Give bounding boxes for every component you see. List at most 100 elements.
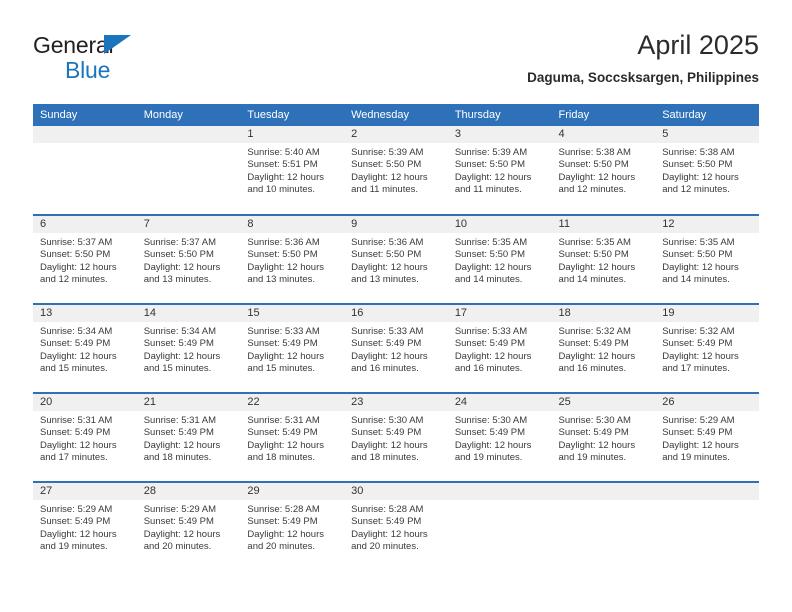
- sunset-text: Sunset: 5:49 PM: [143, 516, 214, 528]
- daylight-text-line2: and 19 minutes.: [40, 541, 108, 553]
- calendar-week-row: 6 Sunrise: 5:37 AM Sunset: 5:50 PM Daylight…: [33, 214, 759, 304]
- calendar-cell-day-28[interactable]: 28 Sunrise: 5:29 AM Sunset: 5:49 PM Dayligh…: [136, 481, 241, 571]
- day-details: Sunrise: 5:30 AM Sunset: 5:49 PM Daylight:…: [552, 411, 656, 465]
- logo-blue-label: Blue: [65, 57, 111, 83]
- daylight-text-line1: Daylight: 12 hours: [454, 261, 532, 273]
- weekday-header-monday: Monday: [136, 104, 241, 126]
- calendar-cell-day-20[interactable]: 20 Sunrise: 5:31 AM Sunset: 5:49 PM Dayligh…: [33, 392, 137, 482]
- day-details: Sunrise: 5:30 AM Sunset: 5:49 PM Daylight:…: [448, 411, 552, 465]
- daylight-text-line1: Daylight: 12 hours: [247, 528, 324, 540]
- sunset-text: Sunset: 5:49 PM: [454, 427, 526, 439]
- calendar-cell-day-29[interactable]: 29 Sunrise: 5:28 AM Sunset: 5:49 PM Dayligh…: [240, 481, 345, 571]
- calendar-cell-day-9[interactable]: 9 Sunrise: 5:36 AM Sunset: 5:50 PM Daylight…: [344, 214, 448, 304]
- daylight-text-line2: and 20 minutes.: [247, 541, 316, 553]
- sunrise-text: Sunrise: 5:29 AM: [143, 504, 217, 515]
- day-number: 4: [551, 126, 656, 143]
- sunset-text: Sunset: 5:49 PM: [351, 427, 422, 439]
- calendar-cell-day-21[interactable]: 21 Sunrise: 5:31 AM Sunset: 5:49 PM Dayligh…: [136, 392, 241, 482]
- calendar-cell-day-25[interactable]: 25 Sunrise: 5:30 AM Sunset: 5:49 PM Dayligh…: [551, 392, 656, 482]
- calendar-cell-day-10[interactable]: 10 Sunrise: 5:35 AM Sunset: 5:50 PM Dayligh…: [447, 214, 552, 304]
- sunrise-text: Sunrise: 5:28 AM: [351, 504, 424, 515]
- day-details: Sunrise: 5:29 AM Sunset: 5:49 PM Daylight:…: [137, 500, 241, 554]
- sunrise-text: Sunrise: 5:37 AM: [40, 237, 113, 248]
- weekday-header-saturday: Saturday: [655, 104, 759, 126]
- day-number: 12: [655, 216, 759, 233]
- calendar-cell-day-11[interactable]: 11 Sunrise: 5:35 AM Sunset: 5:50 PM Dayligh…: [551, 214, 656, 304]
- sunset-text: Sunset: 5:50 PM: [351, 159, 422, 171]
- day-number: 2: [344, 126, 448, 143]
- calendar-cell-day-23[interactable]: 23 Sunrise: 5:30 AM Sunset: 5:49 PM Dayligh…: [344, 392, 448, 482]
- day-number: 7: [136, 216, 241, 233]
- daylight-text-line2: and 11 minutes.: [454, 184, 522, 196]
- day-details: Sunrise: 5:38 AM Sunset: 5:50 PM Daylight:…: [655, 143, 759, 197]
- daylight-text-line2: and 15 minutes.: [247, 363, 316, 375]
- sunset-text: Sunset: 5:50 PM: [454, 249, 526, 261]
- calendar-cell-day-14[interactable]: 14 Sunrise: 5:34 AM Sunset: 5:49 PM Dayligh…: [136, 303, 241, 393]
- sunset-text: Sunset: 5:49 PM: [247, 427, 318, 439]
- sunset-text: Sunset: 5:49 PM: [662, 427, 733, 439]
- calendar-cell-empty: [551, 481, 656, 571]
- sunrise-text: Sunrise: 5:30 AM: [558, 415, 631, 426]
- daylight-text-line2: and 18 minutes.: [143, 452, 212, 464]
- day-number: [447, 483, 552, 500]
- calendar-cell-day-5[interactable]: 5 Sunrise: 5:38 AM Sunset: 5:50 PM Daylight…: [655, 126, 759, 215]
- day-number: 27: [33, 483, 137, 500]
- weekday-header-thursday: Thursday: [447, 104, 552, 126]
- calendar-body: 1 Sunrise: 5:40 AM Sunset: 5:51 PM Daylight…: [33, 126, 759, 571]
- calendar-cell-day-17[interactable]: 17 Sunrise: 5:33 AM Sunset: 5:49 PM Dayligh…: [447, 303, 552, 393]
- day-number: 9: [344, 216, 448, 233]
- calendar-cell-day-2[interactable]: 2 Sunrise: 5:39 AM Sunset: 5:50 PM Daylight…: [344, 126, 448, 215]
- weekday-header-tuesday: Tuesday: [240, 104, 345, 126]
- daylight-text-line2: and 14 minutes.: [662, 274, 730, 286]
- logo-text-general: General: [33, 34, 273, 58]
- calendar-cell-day-24[interactable]: 24 Sunrise: 5:30 AM Sunset: 5:49 PM Dayligh…: [447, 392, 552, 482]
- sunset-text: Sunset: 5:49 PM: [351, 338, 422, 350]
- calendar-cell-day-1[interactable]: 1 Sunrise: 5:40 AM Sunset: 5:51 PM Daylight…: [240, 126, 345, 215]
- day-number: 21: [136, 394, 241, 411]
- sunrise-text: Sunrise: 5:39 AM: [351, 147, 424, 158]
- daylight-text-line2: and 17 minutes.: [662, 363, 730, 375]
- sunset-text: Sunset: 5:50 PM: [351, 249, 422, 261]
- calendar-container: Sunday Monday Tuesday Wednesday Thursday Frid…: [33, 104, 759, 571]
- sunrise-text: Sunrise: 5:31 AM: [247, 415, 320, 426]
- sunset-text: Sunset: 5:49 PM: [40, 427, 111, 439]
- day-number: 22: [240, 394, 345, 411]
- calendar-cell-day-18[interactable]: 18 Sunrise: 5:32 AM Sunset: 5:49 PM Dayligh…: [551, 303, 656, 393]
- daylight-text-line1: Daylight: 12 hours: [40, 261, 117, 273]
- calendar-cell-day-3[interactable]: 3 Sunrise: 5:39 AM Sunset: 5:50 PM Daylight…: [447, 126, 552, 215]
- daylight-text-line1: Daylight: 12 hours: [558, 171, 636, 183]
- daylight-text-line2: and 11 minutes.: [351, 184, 419, 196]
- title-block: April 2025 Daguma, Soccsksargen, Philipp…: [527, 28, 759, 88]
- day-number: [136, 126, 241, 143]
- sunrise-text: Sunrise: 5:29 AM: [40, 504, 113, 515]
- calendar-cell-day-27[interactable]: 27 Sunrise: 5:29 AM Sunset: 5:49 PM Dayligh…: [33, 481, 137, 571]
- daylight-text-line1: Daylight: 12 hours: [558, 439, 636, 451]
- calendar-cell-day-26[interactable]: 26 Sunrise: 5:29 AM Sunset: 5:49 PM Dayligh…: [655, 392, 759, 482]
- calendar-cell-day-4[interactable]: 4 Sunrise: 5:38 AM Sunset: 5:50 PM Daylight…: [551, 126, 656, 215]
- day-number: 16: [344, 305, 448, 322]
- day-details: Sunrise: 5:37 AM Sunset: 5:50 PM Daylight:…: [33, 233, 137, 287]
- calendar-cell-day-7[interactable]: 7 Sunrise: 5:37 AM Sunset: 5:50 PM Daylight…: [136, 214, 241, 304]
- daylight-text-line2: and 20 minutes.: [143, 541, 212, 553]
- sunrise-text: Sunrise: 5:37 AM: [143, 237, 217, 248]
- calendar-cell-day-8[interactable]: 8 Sunrise: 5:36 AM Sunset: 5:50 PM Daylight…: [240, 214, 345, 304]
- calendar-cell-day-6[interactable]: 6 Sunrise: 5:37 AM Sunset: 5:50 PM Daylight…: [33, 214, 137, 304]
- calendar-cell-day-30[interactable]: 30 Sunrise: 5:28 AM Sunset: 5:49 PM Dayligh…: [344, 481, 448, 571]
- daylight-text-line1: Daylight: 12 hours: [351, 171, 428, 183]
- calendar-cell-day-15[interactable]: 15 Sunrise: 5:33 AM Sunset: 5:49 PM Dayligh…: [240, 303, 345, 393]
- calendar-cell-day-16[interactable]: 16 Sunrise: 5:33 AM Sunset: 5:49 PM Dayligh…: [344, 303, 448, 393]
- calendar-cell-day-19[interactable]: 19 Sunrise: 5:32 AM Sunset: 5:49 PM Dayligh…: [655, 303, 759, 393]
- daylight-text-line2: and 13 minutes.: [143, 274, 212, 286]
- day-details: Sunrise: 5:33 AM Sunset: 5:49 PM Daylight:…: [448, 322, 552, 376]
- daylight-text-line1: Daylight: 12 hours: [40, 439, 117, 451]
- calendar-cell-day-13[interactable]: 13 Sunrise: 5:34 AM Sunset: 5:49 PM Dayligh…: [33, 303, 137, 393]
- sunrise-text: Sunrise: 5:30 AM: [454, 415, 528, 426]
- generalblue-logo[interactable]: General Blue: [33, 34, 273, 82]
- day-number: 25: [551, 394, 656, 411]
- calendar-cell-day-22[interactable]: 22 Sunrise: 5:31 AM Sunset: 5:49 PM Dayligh…: [240, 392, 345, 482]
- calendar-cell-day-12[interactable]: 12 Sunrise: 5:35 AM Sunset: 5:50 PM Dayligh…: [655, 214, 759, 304]
- daylight-text-line2: and 14 minutes.: [558, 274, 627, 286]
- day-number: 8: [240, 216, 345, 233]
- daylight-text-line1: Daylight: 12 hours: [454, 439, 532, 451]
- daylight-text-line2: and 17 minutes.: [40, 452, 108, 464]
